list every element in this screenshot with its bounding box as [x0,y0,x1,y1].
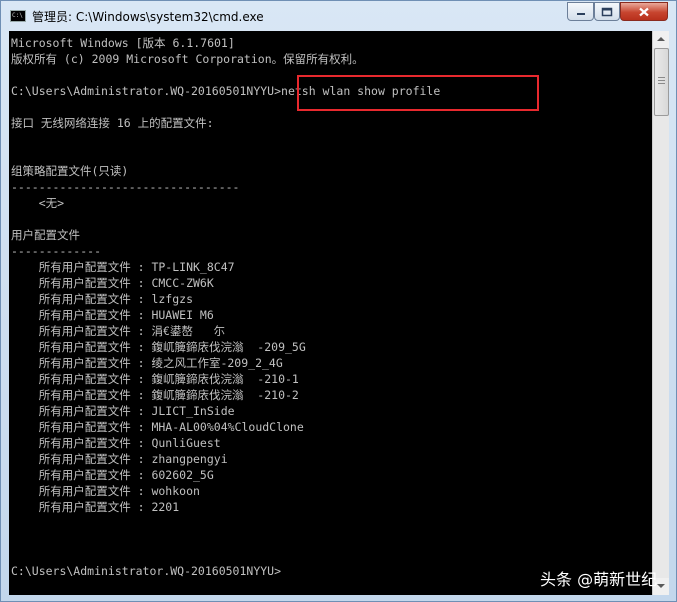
scroll-thumb[interactable] [654,48,669,116]
maximize-button[interactable] [594,2,620,21]
cmd-icon[interactable]: C:\ [10,10,26,22]
console-line: ------------- [11,244,102,258]
vertical-scrollbar[interactable] [652,31,669,595]
console-line: 所有用户配置文件 : MHA-AL00%04%CloudClone [11,420,304,434]
arrow-down-icon [657,584,665,588]
console-line: <无> [11,196,65,210]
grip-line [658,77,665,78]
console-line: 所有用户配置文件 : 602602_5G [11,468,214,482]
console-text: Microsoft Windows [版本 6.1.7601] 版权所有 (c) … [11,35,440,579]
console-line: C:\Users\Administrator.WQ-20160501NYYU> [11,564,282,578]
console-line: 所有用户配置文件 : CMCC-ZW6K [11,276,214,290]
grip-line [658,83,665,84]
close-icon [639,7,649,16]
console-line: 所有用户配置文件 : wohkoon [11,484,200,498]
console-line: 版权所有 (c) 2009 Microsoft Corporation。保留所有… [11,52,364,66]
title-bar[interactable]: C:\ 管理员: C:\Windows\system32\cmd.exe [1,1,676,31]
console-output[interactable]: Microsoft Windows [版本 6.1.7601] 版权所有 (c) … [9,31,652,595]
command-highlight-box [297,75,539,111]
console-line: 所有用户配置文件 : TP-LINK_8C47 [11,260,235,274]
console-line: 所有用户配置文件 : 涓€鍙嶅 尓 [11,324,226,338]
grip-line [658,80,665,81]
scroll-up-button[interactable] [653,31,669,48]
console-line: 所有用户配置文件 : JLICT_InSide [11,404,235,418]
arrow-up-icon [657,37,665,41]
console-line: 所有用户配置文件 : QunliGuest [11,436,221,450]
console-line: 所有用户配置文件 : 绫之风工作室-209_2_4G [11,356,283,370]
console-line: Microsoft Windows [版本 6.1.7601] [11,36,235,50]
close-button[interactable] [620,2,668,21]
cmd-window: C:\ 管理员: C:\Windows\system32\cmd.exe Mic… [0,0,677,602]
minimize-button[interactable] [567,2,594,21]
console-line: 所有用户配置文件 : HUAWEI M6 [11,308,214,322]
console-line: 所有用户配置文件 : lzfgzs [11,292,194,306]
minimize-icon [576,12,585,15]
console-line: 所有用户配置文件 : 鍑屼簲鍗庡伐浣滃 -210-2 [11,388,299,402]
console-line: 接口 无线网络连接 16 上的配置文件: [11,116,214,130]
console-line: 所有用户配置文件 : zhangpengyi [11,452,228,466]
maximize-icon [601,7,613,16]
console-line: 所有用户配置文件 : 鍑屼簲鍗庡伐浣滃 -209_5G [11,340,306,354]
console-line: 组策略配置文件(只读) [11,164,129,178]
console-line: 所有用户配置文件 : 2201 [11,500,180,514]
watermark: 头条 @萌新世纪 [540,570,658,589]
console-line: --------------------------------- [11,180,240,194]
window-title: 管理员: C:\Windows\system32\cmd.exe [32,10,264,24]
console-line: 所有用户配置文件 : 鍑屼簲鍗庡伐浣滃 -210-1 [11,372,299,386]
console-line: 用户配置文件 [11,228,80,242]
